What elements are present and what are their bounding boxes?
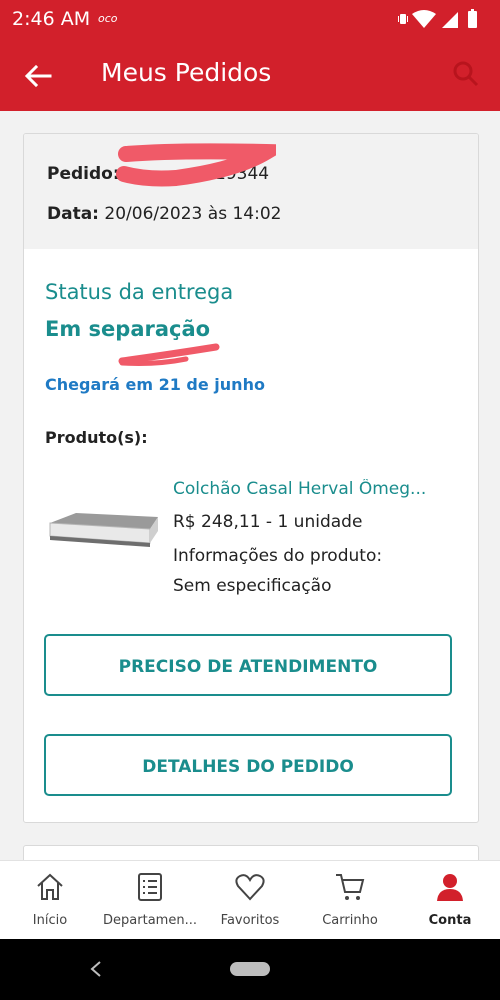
page-title: Meus Pedidos [101, 58, 272, 87]
search-icon[interactable] [452, 60, 480, 88]
nav-label: Conta [428, 913, 472, 928]
nav-label: Carrinho [322, 913, 378, 928]
nav-item-inicio[interactable]: Início [0, 861, 100, 940]
status-bar: 2:46 AM oco [0, 0, 500, 40]
status-time: 2:46 AM [12, 8, 91, 30]
nav-item-favoritos[interactable]: Favoritos [200, 861, 300, 940]
order-details-button[interactable]: DETALHES DO PEDIDO [44, 734, 452, 796]
redaction-mark [116, 143, 276, 187]
support-button[interactable]: PRECISO DE ATENDIMENTO [44, 634, 452, 696]
date-label: Data: [47, 204, 99, 224]
vibrate-icon [398, 14, 408, 24]
nav-label: Início [32, 913, 68, 928]
back-arrow-icon[interactable] [22, 60, 54, 92]
list-icon [138, 873, 162, 901]
cart-icon [336, 874, 365, 900]
user-icon [437, 874, 463, 901]
product-image[interactable] [46, 509, 161, 553]
heart-icon [235, 874, 265, 901]
home-icon [37, 873, 63, 900]
battery-icon [468, 9, 477, 28]
nav-item-departamentos[interactable]: Departamen... [100, 861, 200, 940]
system-home-pill[interactable] [230, 962, 270, 976]
product-price-quantity: R$ 248,11 - 1 unidade [173, 512, 363, 532]
redaction-mark [118, 343, 220, 366]
order-date: 20/06/2023 às 14:02 [104, 204, 282, 224]
bottom-navigation: Início Departamen... Favoritos Carrinho … [0, 860, 500, 940]
system-navigation-bar [0, 939, 500, 1000]
system-status-icons [398, 9, 477, 28]
nav-label: Departamen... [103, 913, 197, 928]
notification-icon: oco [98, 12, 118, 25]
system-back-icon[interactable] [88, 959, 104, 979]
arrival-estimate: Chegará em 21 de junho [45, 375, 265, 394]
product-info-label: Informações do produto: [173, 546, 383, 566]
order-card: Pedido: 19344 Data: 20/06/2023 às 14:02 … [23, 133, 479, 823]
nav-label: Favoritos [220, 913, 280, 928]
nav-item-carrinho[interactable]: Carrinho [300, 861, 400, 940]
products-label: Produto(s): [45, 428, 148, 447]
nav-item-conta[interactable]: Conta [400, 861, 500, 940]
order-label: Pedido: [47, 164, 120, 184]
app-bar: Meus Pedidos [0, 40, 500, 111]
order-card-header: Pedido: 19344 Data: 20/06/2023 às 14:02 [24, 134, 478, 249]
product-name-link[interactable]: Colchão Casal Herval Ômeg... [173, 479, 463, 499]
product-specification: Sem especificação [173, 576, 332, 596]
wifi-icon [412, 10, 436, 28]
delivery-status-label: Status da entrega [45, 280, 234, 304]
order-date-row: Data: 20/06/2023 às 14:02 [47, 204, 281, 224]
signal-icon [442, 12, 458, 28]
